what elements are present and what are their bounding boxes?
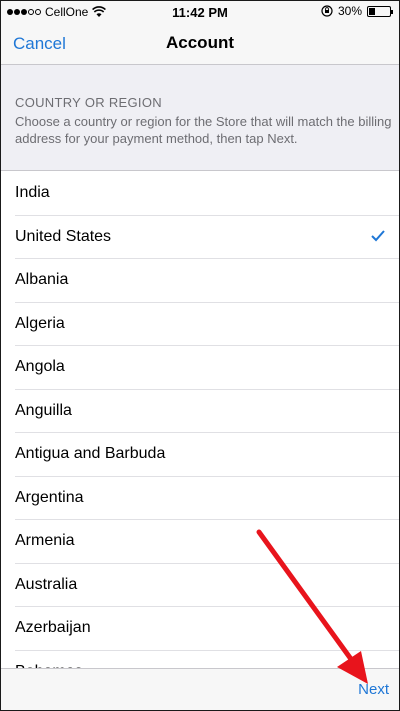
page-title: Account bbox=[166, 33, 234, 52]
country-row[interactable]: India bbox=[15, 172, 399, 216]
status-bar: CellOne 11:42 PM 30% bbox=[1, 1, 399, 23]
country-label: Albania bbox=[15, 271, 69, 289]
country-row[interactable]: Azerbaijan bbox=[15, 607, 399, 651]
country-label: Angola bbox=[15, 358, 65, 376]
country-label: Anguilla bbox=[15, 401, 72, 419]
section-header: COUNTRY OR REGION Choose a country or re… bbox=[1, 65, 399, 171]
country-label: Armenia bbox=[15, 532, 75, 550]
country-list[interactable]: India United States Albania Algeria Angola An… bbox=[1, 172, 399, 670]
country-label: India bbox=[15, 184, 50, 202]
section-title: COUNTRY OR REGION bbox=[15, 95, 162, 110]
country-row[interactable]: Anguilla bbox=[15, 390, 399, 433]
country-label: Australia bbox=[15, 575, 78, 593]
country-row[interactable]: United States bbox=[15, 216, 399, 259]
nav-bar: Cancel Account bbox=[1, 23, 399, 65]
next-button[interactable]: Next bbox=[358, 681, 389, 698]
country-label: United States bbox=[15, 227, 112, 245]
country-row[interactable]: Australia bbox=[15, 564, 399, 607]
battery-icon bbox=[367, 5, 393, 17]
checkmark-icon bbox=[371, 229, 385, 241]
country-row[interactable]: Albania bbox=[15, 259, 399, 303]
country-row[interactable]: Angola bbox=[15, 346, 399, 390]
country-row[interactable]: Algeria bbox=[15, 303, 399, 346]
country-row[interactable]: Armenia bbox=[15, 520, 399, 564]
battery-level bbox=[369, 7, 375, 15]
battery-percent: 30% bbox=[337, 4, 362, 18]
bottom-toolbar: Next bbox=[1, 668, 399, 710]
country-row[interactable]: Argentina bbox=[15, 477, 399, 520]
country-row[interactable]: Antigua and Barbuda bbox=[15, 433, 399, 477]
country-label: Azerbaijan bbox=[15, 619, 91, 637]
screen: CellOne 11:42 PM 30% Cancel Account COUN… bbox=[0, 0, 400, 711]
country-label: Argentina bbox=[15, 488, 84, 506]
orientation-lock-icon bbox=[321, 5, 333, 17]
country-label: Antigua and Barbuda bbox=[15, 445, 166, 463]
country-label: Algeria bbox=[15, 314, 65, 332]
section-description: Choose a country or region for the Store… bbox=[15, 114, 392, 146]
status-right: 30% bbox=[321, 4, 393, 18]
